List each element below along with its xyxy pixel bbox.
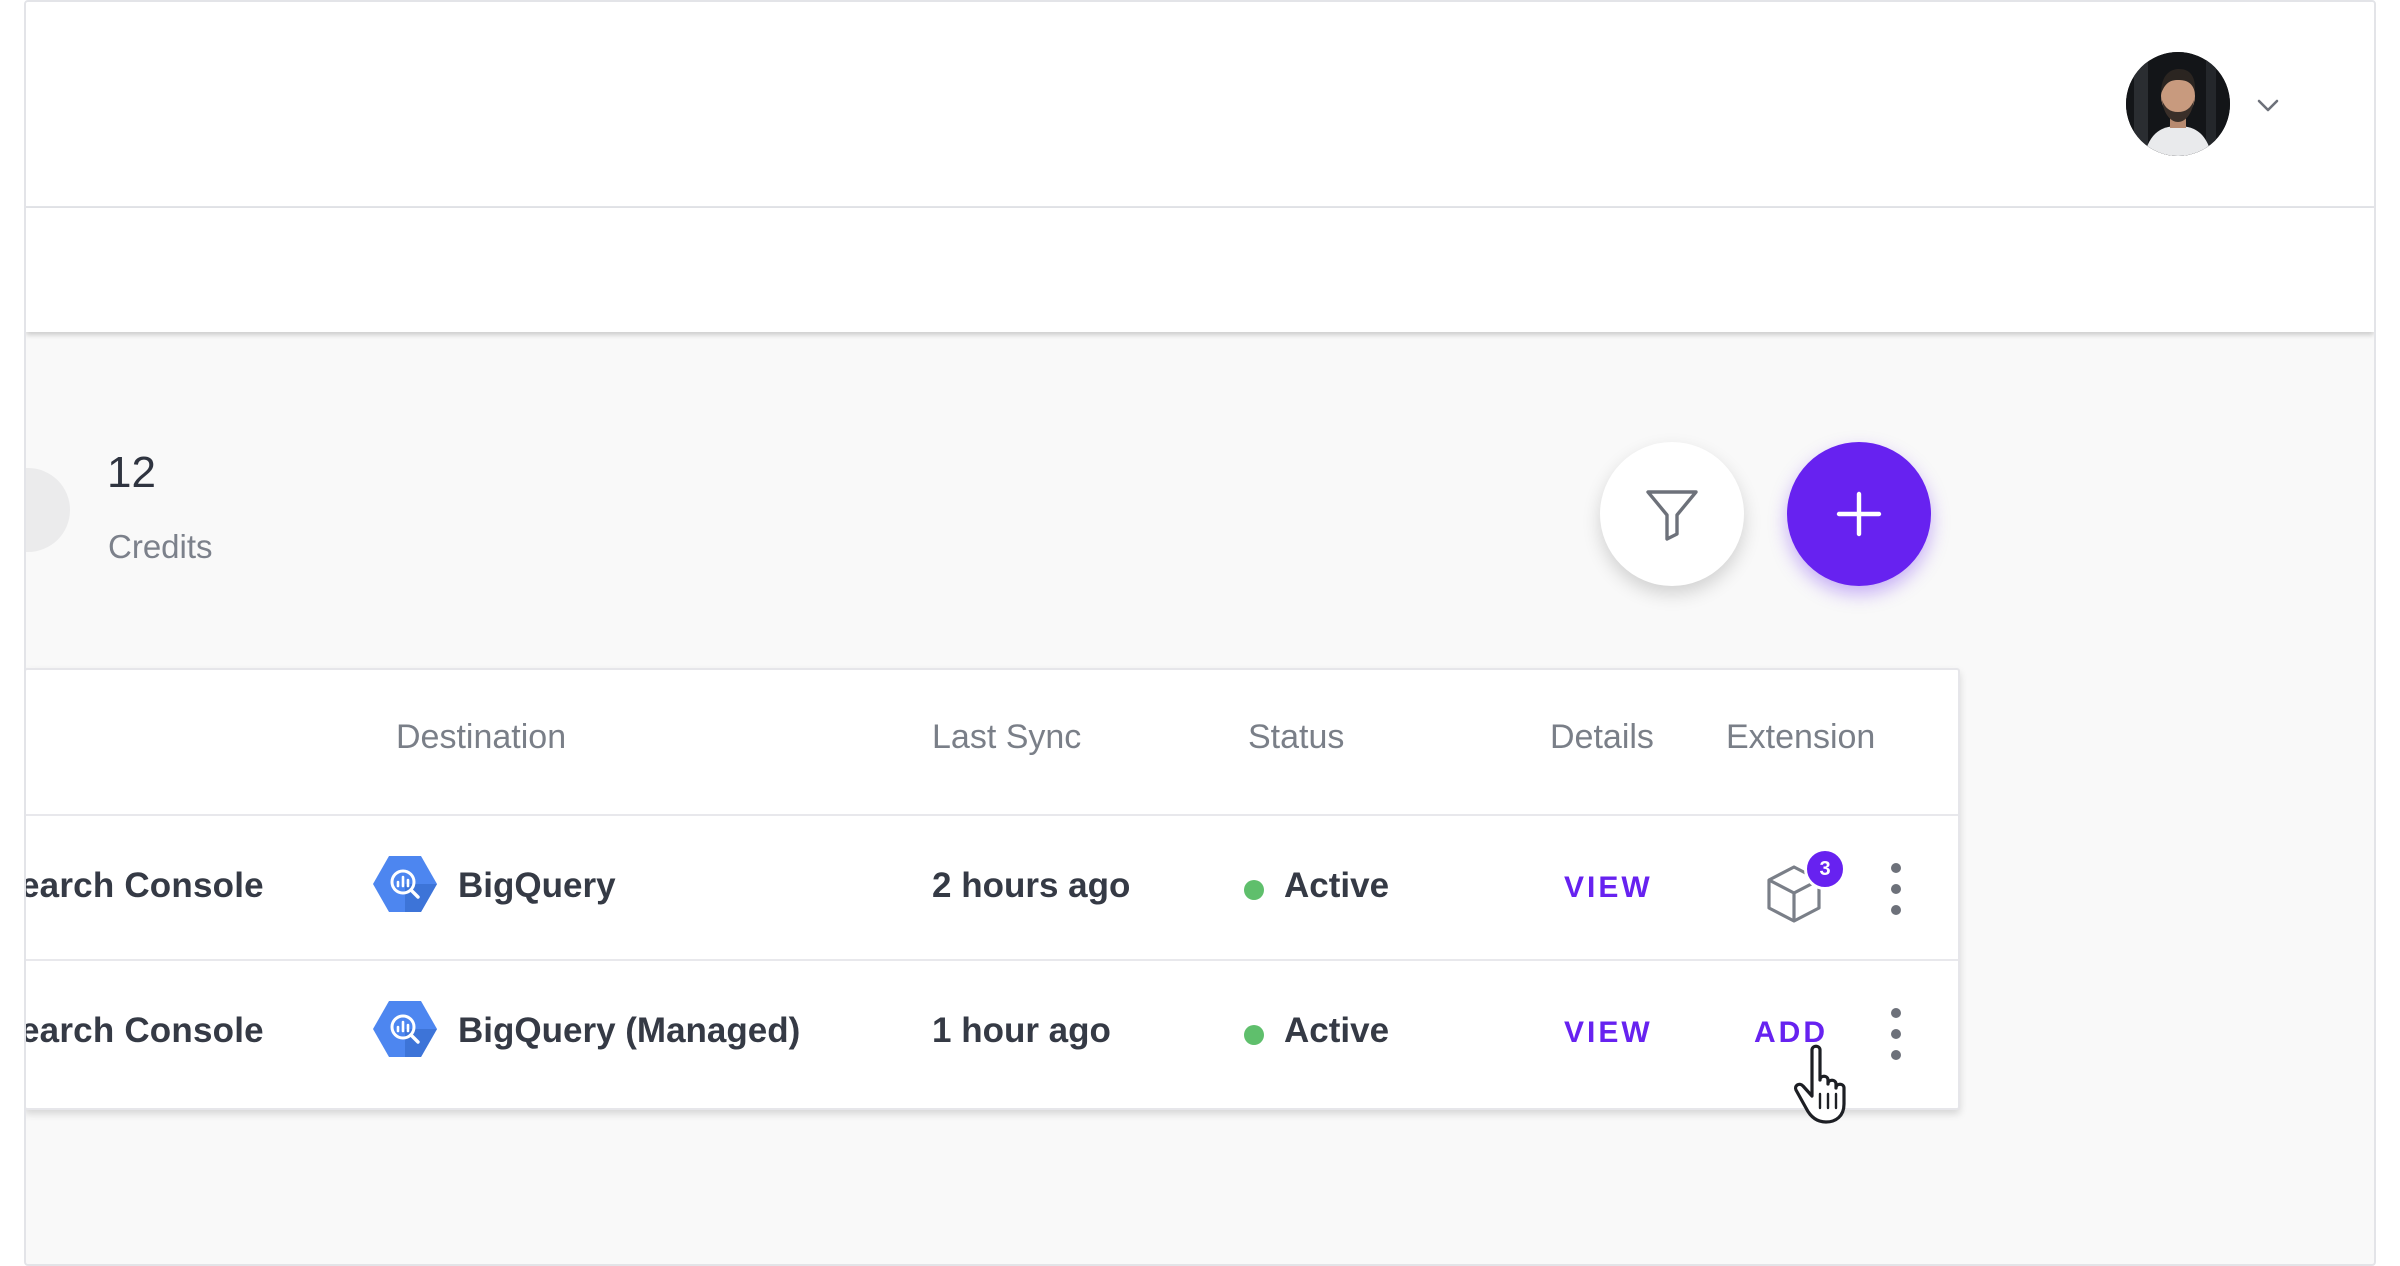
pipelines-table: Destination Last Sync Status Details Ext…: [26, 668, 1960, 1110]
sub-header-bar: [26, 208, 2374, 332]
chevron-down-icon[interactable]: [2252, 90, 2284, 122]
kebab-menu-icon[interactable]: [1884, 1005, 1908, 1063]
destination-name: BigQuery (Managed): [458, 1011, 801, 1050]
last-sync-time: 1 hour ago: [932, 1011, 1111, 1050]
top-header-bar: [26, 2, 2374, 208]
kebab-menu-icon[interactable]: [1884, 860, 1908, 918]
table-row[interactable]: earch Console BigQuery 2 hours ago Activ…: [26, 814, 1958, 960]
status-text: Active: [1284, 866, 1390, 905]
add-pipeline-button[interactable]: [1787, 442, 1931, 586]
plus-icon: [1836, 491, 1882, 537]
filter-button[interactable]: [1600, 442, 1744, 586]
last-sync-time: 2 hours ago: [932, 866, 1131, 905]
view-details-link[interactable]: VIEW: [1564, 1016, 1653, 1050]
hand-pointer-cursor-icon: [1790, 1042, 1872, 1126]
column-header-details[interactable]: Details: [1550, 718, 1654, 757]
status-text: Active: [1284, 1011, 1390, 1050]
bigquery-icon: [372, 854, 438, 914]
extension-count-badge: 3: [1804, 848, 1846, 890]
bigquery-icon: [372, 999, 438, 1059]
destination-name: BigQuery: [458, 866, 616, 905]
summary-icon-circle: [26, 468, 70, 552]
user-avatar[interactable]: [2126, 52, 2230, 156]
column-header-status[interactable]: Status: [1248, 718, 1344, 757]
credits-value: 12: [107, 448, 156, 497]
filter-icon: [1646, 490, 1698, 541]
status-active-dot: [1244, 880, 1264, 900]
view-details-link[interactable]: VIEW: [1564, 871, 1653, 905]
column-header-destination[interactable]: Destination: [396, 718, 566, 757]
source-name: earch Console: [24, 866, 264, 905]
source-name: earch Console: [24, 1011, 264, 1050]
table-row[interactable]: earch Console BigQuery (Managed) 1 hour …: [26, 959, 1958, 1105]
status-active-dot: [1244, 1025, 1264, 1045]
column-header-last-sync[interactable]: Last Sync: [932, 718, 1081, 757]
app-window: 12 Credits Destination Last Sync Status …: [24, 0, 2376, 1266]
credits-label: Credits: [108, 528, 213, 565]
column-header-extension[interactable]: Extension: [1726, 718, 1875, 757]
